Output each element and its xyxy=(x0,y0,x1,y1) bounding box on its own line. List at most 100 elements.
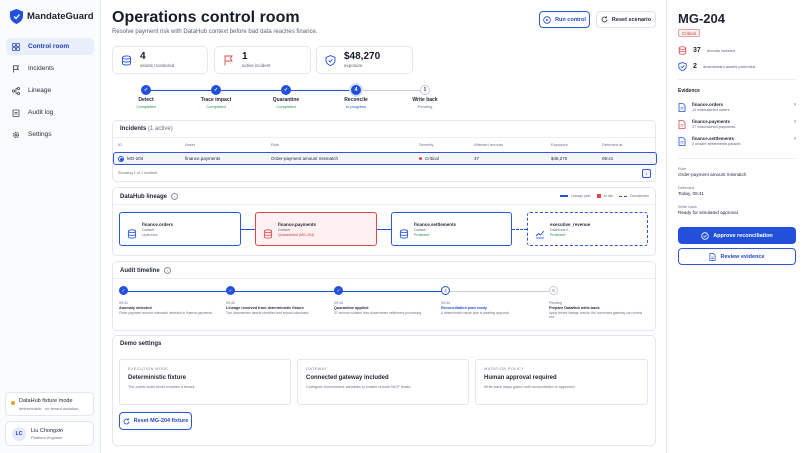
node-status: Upstream xyxy=(142,233,158,237)
approve-reconciliation-button[interactable]: Approve reconciliation xyxy=(678,227,796,244)
event-title: Lineage resolved from deterministic fixt… xyxy=(226,306,304,310)
row-radio[interactable] xyxy=(118,156,124,162)
node-type: Dataset xyxy=(414,228,427,232)
review-evidence-button[interactable]: Review evidence xyxy=(678,248,796,265)
gear-icon xyxy=(12,131,20,139)
document-icon xyxy=(678,119,686,129)
nav-item-incidents[interactable]: Incidents xyxy=(6,60,94,77)
brand[interactable]: MandateGuard xyxy=(10,9,94,24)
chevron-right-icon: › xyxy=(794,102,796,108)
critical-dot-icon xyxy=(419,157,422,160)
evidence-item[interactable]: finance.payments 37 mismatched payments › xyxy=(678,119,796,129)
page-title: Operations control room xyxy=(112,9,300,26)
lineage-title: DataHub lineage xyxy=(120,193,168,200)
audit-heading: Audit timeline i xyxy=(120,267,171,274)
shield-check-icon xyxy=(678,62,687,71)
lineage-node-orders[interactable]: finance.orders Dataset Upstream xyxy=(119,212,241,246)
event-desc: Order-payment amount mismatch detected i… xyxy=(119,311,213,315)
stat-value: 4 xyxy=(140,51,146,62)
legend-label: Downstream xyxy=(629,194,649,198)
node-type: Dataset xyxy=(278,228,291,232)
step-trace-impact: ✓ Trace impact Completed xyxy=(196,85,236,109)
event-desc: Apply tenant lineage results; the connec… xyxy=(549,311,643,320)
nav-item-audit-log[interactable]: Audit log xyxy=(6,104,94,121)
refresh-icon xyxy=(123,417,130,425)
field-label: Write back xyxy=(678,204,697,209)
column-header: ID xyxy=(118,142,122,147)
reset-fixture-button[interactable]: Reset MG-204 fixture xyxy=(119,412,192,430)
nav-item-control-room[interactable]: Control room xyxy=(6,38,94,55)
timeline-event: 09:42 Lineage resolved from deterministic… xyxy=(226,301,321,315)
node-status: Quarantined (MG-204) xyxy=(278,233,315,237)
play-circle-icon xyxy=(543,15,551,24)
nav-label: Audit log xyxy=(28,109,54,116)
approve-label: Approve reconciliation xyxy=(713,232,773,239)
reset-scenario-button[interactable]: Reset scenario xyxy=(596,11,656,28)
document-icon xyxy=(709,252,716,261)
stat-label: active incident xyxy=(242,63,271,68)
database-icon xyxy=(263,222,273,245)
card-desc: Write-back stays gated until reconciliat… xyxy=(484,385,576,389)
nav-item-lineage[interactable]: Lineage xyxy=(6,82,94,99)
lineage-node-payments[interactable]: finance.payments Dataset Quarantined (MG-2… xyxy=(255,212,377,246)
event-title: Prepare DataHub write-back xyxy=(549,306,600,310)
flag-icon xyxy=(12,64,20,73)
demo-card: MUTATION POLICY Human approval required Wr… xyxy=(475,359,648,405)
field-value: Order-payment amount mismatch xyxy=(678,172,747,177)
lineage-node-settlements[interactable]: finance.settlements Dataset Protected xyxy=(391,212,512,246)
evidence-item[interactable]: finance.settlements 2 unsafe settlements … xyxy=(678,136,796,146)
timeline-progress xyxy=(124,291,446,292)
demo-card: EXECUTION MODE Deterministic fixture The p… xyxy=(119,359,291,405)
shield-check-icon xyxy=(325,54,336,66)
records-label: records isolated xyxy=(706,48,736,53)
event-time: Pending xyxy=(549,301,563,305)
stat-assets: 4 assets monitored xyxy=(112,46,208,74)
info-icon[interactable]: i xyxy=(171,193,179,200)
status-dot-icon xyxy=(11,401,15,405)
nav-item-settings[interactable]: Settings xyxy=(6,126,94,143)
records-isolated: 37 records isolated xyxy=(678,46,735,55)
database-icon xyxy=(678,46,687,55)
card-title: Connected gateway included xyxy=(306,375,389,381)
step-write-back: 5 Write back Pending xyxy=(405,85,445,109)
database-icon xyxy=(127,222,137,245)
timeline-step-number: 4 xyxy=(441,286,450,295)
page-subtitle: Resolve payment risk with DataHub contex… xyxy=(112,29,318,35)
cell-id: MG-204 xyxy=(127,156,144,161)
fixture-title: DataHub fixture mode xyxy=(19,398,73,404)
stat-exposure: $48,270 exposure xyxy=(316,46,413,74)
chevron-right-icon: › xyxy=(794,136,796,142)
info-icon[interactable]: i xyxy=(163,267,171,274)
stat-value: 1 xyxy=(242,51,248,62)
step-detect: ✓ Detect Completed xyxy=(126,85,166,109)
table-row[interactable]: MG-204 finance.payments Order-payment am… xyxy=(113,152,657,165)
step-quarantine: ✓ Quarantine Completed xyxy=(266,85,306,109)
incidents-panel: Incidents (1 active) ID Asset Rule Sever… xyxy=(112,120,657,182)
lineage-heading: DataHub lineage i xyxy=(120,193,179,200)
chevron-right-icon: › xyxy=(794,119,796,125)
page-button[interactable]: 1 xyxy=(642,169,651,178)
demo-title: Demo settings xyxy=(120,341,162,347)
evidence-name: finance.payments xyxy=(692,119,731,124)
incidents-count: (1 active) xyxy=(148,126,173,132)
field-label: Rule xyxy=(678,166,687,171)
legend-label: Lineage path xyxy=(570,194,591,198)
event-time: 09:43 xyxy=(334,301,343,305)
lineage-node-executive-revenue[interactable]: executive_revenue Dashboard Protected xyxy=(527,212,648,246)
user-card[interactable]: LC Liu Chongxin Platform engineer xyxy=(5,421,94,446)
timeline-event: Pending Prepare DataHub write-back Apply t… xyxy=(549,301,644,320)
evidence-item[interactable]: finance.orders 12 mismatched orders › xyxy=(678,102,796,112)
step-status: Pending xyxy=(417,104,433,109)
run-control-button[interactable]: Run control xyxy=(539,11,590,28)
timeline-event: 09:43 Quarantine applied 37 records isolat… xyxy=(334,301,429,315)
card-caption: EXECUTION MODE xyxy=(128,367,169,371)
cell-asset: finance.payments xyxy=(185,156,221,161)
cell-detected: 09:41 xyxy=(602,156,614,161)
step-status: Completed xyxy=(136,104,156,109)
card-desc: The public build never mutates a tenant. xyxy=(128,385,196,389)
fixture-mode-card: DataHub fixture mode deterministic · no … xyxy=(5,392,94,416)
lineage-legend: Lineage path At risk Downstream xyxy=(559,194,649,198)
check-circle-icon xyxy=(701,231,709,240)
node-status: Protected xyxy=(414,233,430,237)
stat-value: $48,270 xyxy=(344,51,381,62)
